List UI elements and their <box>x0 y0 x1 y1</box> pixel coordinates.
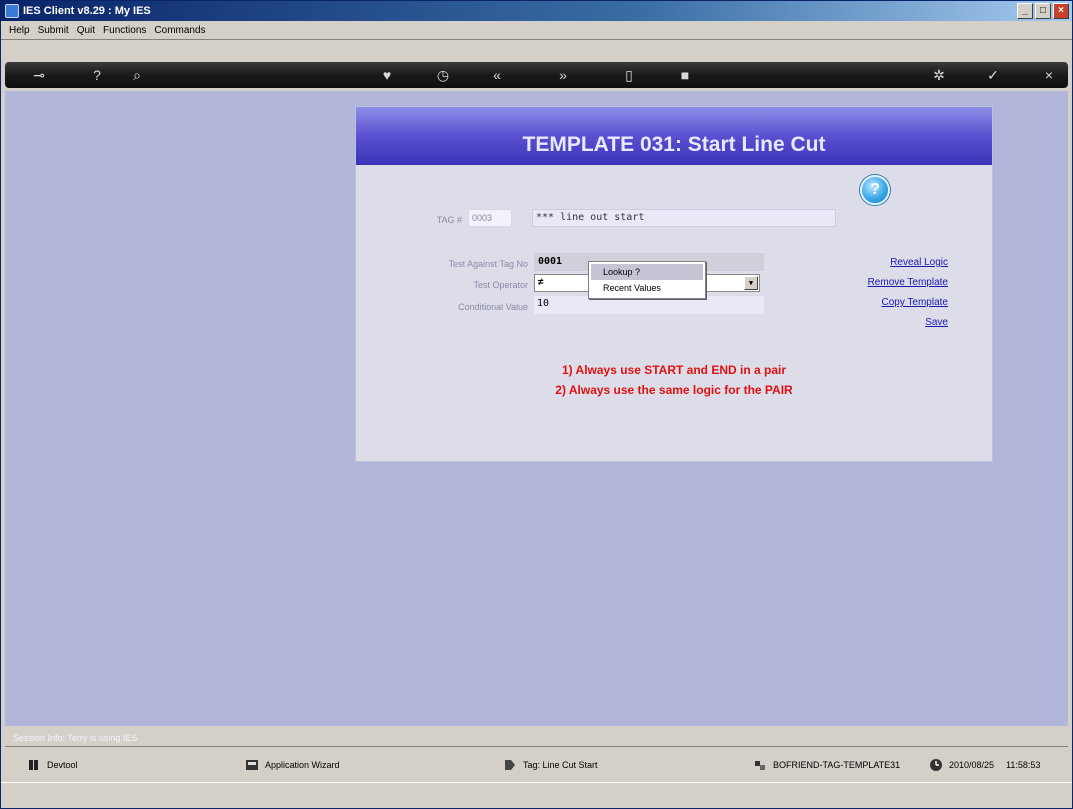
tag-label: TAG # <box>436 215 462 225</box>
reveal-logic-link[interactable]: Reveal Logic <box>890 257 948 268</box>
tag-icon <box>505 760 515 770</box>
main-area: TEMPLATE 031: Start Line Cut ? TAG # 000… <box>5 91 1068 726</box>
module-item[interactable]: BOFRIEND-TAG-TEMPLATE31 <box>753 757 900 773</box>
title-bar[interactable]: IES Client v8.29 : My IES _ □ × <box>1 1 1072 21</box>
menu-quit[interactable]: Quit <box>73 21 99 40</box>
test-tag-label: Test Against Tag No <box>448 259 528 269</box>
module-icon <box>755 761 765 770</box>
window-title: IES Client v8.29 : My IES <box>23 5 151 17</box>
search-icon[interactable]: ⌕ <box>125 65 149 85</box>
session-info: Session Info: Terry is using IES <box>13 733 138 743</box>
form-title: TEMPLATE 031: Start Line Cut <box>356 107 992 165</box>
date-label: 2010/08/25 <box>949 760 995 770</box>
bottom-strip <box>1 782 1072 808</box>
menu-item-lookup[interactable]: Lookup ? <box>591 264 703 280</box>
close-icon[interactable]: × <box>1037 65 1061 85</box>
menu-bar: Help Submit Quit Functions Commands <box>1 21 1072 40</box>
module-label: BOFRIEND-TAG-TEMPLATE31 <box>773 760 901 770</box>
toolbar: ⊸ ? ⌕ ♥ ◷ « » ▯ ■ ✲ ✓ × <box>5 62 1068 88</box>
fast-forward-icon[interactable]: » <box>551 65 575 85</box>
app-wizard-item[interactable]: Application Wizard <box>245 757 340 773</box>
check-icon[interactable]: ✓ <box>981 65 1005 85</box>
save-link[interactable]: Save <box>925 317 948 328</box>
test-operator-label: Test Operator <box>473 280 528 290</box>
menu-submit[interactable]: Submit <box>34 21 73 40</box>
tag-description-field[interactable]: *** line out start <box>532 209 836 227</box>
devtool-item[interactable]: Devtool <box>27 757 78 773</box>
help-circle-icon[interactable]: ? <box>860 175 890 205</box>
copy-template-link[interactable]: Copy Template <box>881 297 948 308</box>
status-bar: Devtool Application Wizard Tag: Line Cut… <box>5 746 1068 782</box>
time-label: 11:58:53 <box>1006 760 1041 770</box>
heart-icon[interactable]: ♥ <box>375 65 399 85</box>
help-icon[interactable]: ? <box>85 65 109 85</box>
maximize-button[interactable]: □ <box>1035 3 1051 19</box>
stop-icon[interactable]: ■ <box>673 65 697 85</box>
remove-template-link[interactable]: Remove Template <box>868 277 948 288</box>
menu-item-recent-values[interactable]: Recent Values <box>591 280 703 296</box>
app-wizard-label: Application Wizard <box>265 760 340 770</box>
tag-number-field[interactable]: 0003 <box>468 209 512 227</box>
app-window: IES Client v8.29 : My IES _ □ × Help Sub… <box>0 0 1073 809</box>
clock-icon <box>930 759 942 771</box>
tag-item[interactable]: Tag: Line Cut Start <box>503 757 598 773</box>
dropdown-arrow-icon[interactable]: ▼ <box>744 276 758 290</box>
close-button[interactable]: × <box>1053 3 1069 19</box>
conditional-value-label: Conditional Value <box>458 302 528 312</box>
rewind-icon[interactable]: « <box>485 65 509 85</box>
note-2: 2) Always use the same logic for the PAI… <box>555 383 793 397</box>
devtool-icon <box>29 760 38 770</box>
context-menu: Lookup ? Recent Values <box>588 261 706 299</box>
menu-functions[interactable]: Functions <box>99 21 150 40</box>
app-icon <box>5 4 19 18</box>
clock-icon[interactable]: ◷ <box>431 65 455 85</box>
key-icon[interactable]: ⊸ <box>27 65 51 85</box>
document-icon[interactable]: ▯ <box>617 65 641 85</box>
minimize-button[interactable]: _ <box>1017 3 1033 19</box>
datetime-item: 2010/08/25 11:58:53 <box>929 757 1040 773</box>
tag-status-label: Tag: Line Cut Start <box>523 760 598 770</box>
wizard-icon <box>246 760 258 770</box>
template-form: TEMPLATE 031: Start Line Cut ? TAG # 000… <box>355 106 993 462</box>
test-operator-value: ≠ <box>538 277 544 288</box>
devtool-label: Devtool <box>47 760 78 770</box>
menu-help[interactable]: Help <box>5 21 34 40</box>
menu-commands[interactable]: Commands <box>150 21 209 40</box>
note-1: 1) Always use START and END in a pair <box>561 363 787 377</box>
tools-icon[interactable]: ✲ <box>927 65 951 85</box>
